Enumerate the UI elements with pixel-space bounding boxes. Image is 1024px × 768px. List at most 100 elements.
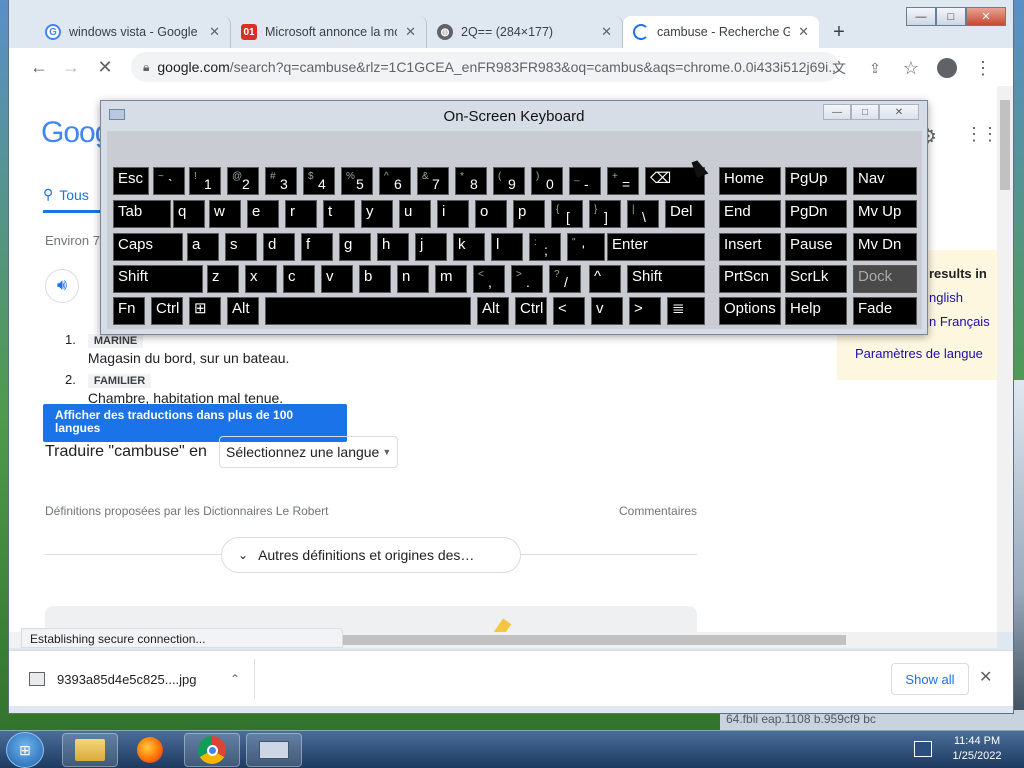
osk-key-sym2-11[interactable]: " ' [567, 233, 605, 261]
osk-key-3[interactable]: #3 [265, 167, 297, 195]
osk-key-b[interactable]: b [359, 265, 391, 293]
tab-close-icon[interactable]: ✕ [209, 24, 220, 40]
osk-key-pgdn[interactable]: PgDn [785, 200, 847, 228]
osk-key-9[interactable]: (9 [493, 167, 525, 195]
osk-key-help[interactable]: Help [785, 297, 847, 325]
more-definitions-button[interactable]: ⌄ Autres définitions et origines des… [221, 537, 521, 573]
clock[interactable]: 11:44 PM 1/25/2022 [942, 734, 1012, 764]
osk-key-shift[interactable]: Shift [627, 265, 705, 293]
stop-loading-button[interactable]: ✕ [89, 51, 121, 83]
download-item[interactable]: 9393a85d4e5c825....jpg ⌃ [29, 659, 255, 699]
osk-key-pause[interactable]: Pause [785, 233, 847, 261]
osk-key-r[interactable]: r [285, 200, 317, 228]
tab-cambuse[interactable]: cambuse - Recherche Go ✕ [623, 16, 819, 48]
url-text[interactable]: google.com/search?q=cambuse&rlz=1C1GCEA_… [157, 59, 839, 75]
vertical-scrollbar[interactable] [997, 86, 1013, 632]
osk-key-f[interactable]: f [301, 233, 333, 261]
osk-key-fade[interactable]: Fade [853, 297, 917, 325]
osk-key-q[interactable]: q [173, 200, 205, 228]
language-select[interactable]: Sélectionnez une langue ▼ [219, 436, 399, 468]
tab-image-2q[interactable]: ◍ 2Q== (284×177) ✕ [427, 16, 623, 48]
lock-icon[interactable]: 🔒︎ [143, 60, 149, 75]
osk-key-e[interactable]: e [247, 200, 279, 228]
back-button[interactable]: ← [23, 51, 55, 83]
osk-key-g[interactable]: g [339, 233, 371, 261]
osk-key-sym4-2[interactable]: ⊞ [189, 297, 221, 325]
osk-key-6[interactable]: ^ 6 [379, 167, 411, 195]
osk-key-d[interactable]: d [263, 233, 295, 261]
osk-key-insert[interactable]: Insert [719, 233, 781, 261]
taskbar-firefox[interactable] [122, 733, 178, 767]
osk-key-sym3-10[interactable]: ? / [549, 265, 581, 293]
comments-link[interactable]: Commentaires [619, 504, 697, 518]
translate-icon[interactable]: 文 [823, 52, 855, 84]
osk-key-t[interactable]: t [323, 200, 355, 228]
profile-avatar-icon[interactable] [931, 52, 963, 84]
tab-windows-vista[interactable]: G windows vista - Google S ✕ [35, 16, 231, 48]
apps-grid-icon[interactable]: ⋮⋮⋮ [965, 124, 997, 145]
osk-key-space[interactable] [265, 297, 471, 325]
osk-key-tab[interactable]: Tab [113, 200, 171, 228]
osk-key-7[interactable]: & 7 [417, 167, 449, 195]
new-tab-button[interactable]: + [825, 18, 853, 46]
osk-key-sym3-9[interactable]: >. [511, 265, 543, 293]
osk-key-scrlk[interactable]: ScrLk [785, 265, 847, 293]
osk-key-prtscn[interactable]: PrtScn [719, 265, 781, 293]
osk-key-w[interactable]: w [209, 200, 241, 228]
osk-key-alt[interactable]: Alt [227, 297, 259, 325]
osk-key-c[interactable]: c [283, 265, 315, 293]
osk-key-8[interactable]: * 8 [455, 167, 487, 195]
osk-key-shift[interactable]: Shift [113, 265, 203, 293]
osk-key-sym4-10[interactable]: ≣ [667, 297, 705, 325]
tab-microsoft-annonce[interactable]: 01 Microsoft annonce la mo ✕ [231, 16, 427, 48]
osk-key-sym0-12[interactable]: _ - [569, 167, 601, 195]
osk-key-ctrl[interactable]: Ctrl [151, 297, 183, 325]
show-all-button[interactable]: Show all [891, 663, 969, 695]
tab-close-icon[interactable]: ✕ [601, 24, 612, 40]
start-button[interactable]: ⊞ [6, 732, 44, 768]
osk-key-del[interactable]: Del [665, 200, 705, 228]
osk-titlebar[interactable]: On-Screen Keyboard — □ ✕ [101, 101, 927, 131]
osk-key-y[interactable]: y [361, 200, 393, 228]
osk-key-sym1-13[interactable]: | \ [627, 200, 659, 228]
forward-button[interactable]: → [55, 51, 87, 83]
osk-key-v[interactable]: v [591, 297, 623, 325]
chevron-up-icon[interactable]: ⌃ [230, 672, 240, 686]
osk-key-o[interactable]: o [475, 200, 507, 228]
network-tray-icon[interactable] [914, 741, 932, 757]
osk-key-s[interactable]: s [225, 233, 257, 261]
osk-key-fn[interactable]: Fn [113, 297, 145, 325]
osk-key-k[interactable]: k [453, 233, 485, 261]
osk-key-i[interactable]: i [437, 200, 469, 228]
osk-key-alt[interactable]: Alt [477, 297, 509, 325]
osk-key-u[interactable]: u [399, 200, 431, 228]
tab-close-icon[interactable]: ✕ [798, 24, 809, 40]
bookmark-star-icon[interactable]: ☆ [895, 52, 927, 84]
osk-key-j[interactable]: j [415, 233, 447, 261]
osk-key-2[interactable]: @2 [227, 167, 259, 195]
osk-key-esc[interactable]: Esc [113, 167, 149, 195]
osk-key-sym4-9[interactable]: > [629, 297, 661, 325]
osk-key-x[interactable]: x [245, 265, 277, 293]
menu-kebab-icon[interactable]: ⋮ [967, 52, 999, 84]
osk-key-mvup[interactable]: Mv Up [853, 200, 917, 228]
link-french[interactable]: n Français [929, 314, 990, 329]
osk-key-sym1-11[interactable]: {[ [551, 200, 583, 228]
osk-key-n[interactable]: n [397, 265, 429, 293]
osk-key-1[interactable]: ! 1 [189, 167, 221, 195]
minimize-button[interactable]: — [906, 7, 936, 26]
osk-key-5[interactable]: % 5 [341, 167, 373, 195]
vertical-scroll-thumb[interactable] [1000, 100, 1010, 190]
osk-key-pgup[interactable]: PgUp [785, 167, 847, 195]
osk-key-sym0-13[interactable]: + = [607, 167, 639, 195]
osk-key-sym1-12[interactable]: }] [589, 200, 621, 228]
osk-key-mvdn[interactable]: Mv Dn [853, 233, 917, 261]
osk-maximize-button[interactable]: □ [851, 104, 879, 120]
osk-key-h[interactable]: h [377, 233, 409, 261]
osk-key-z[interactable]: z [207, 265, 239, 293]
taskbar-chrome[interactable] [184, 733, 240, 767]
close-download-shelf-icon[interactable]: ✕ [979, 667, 992, 687]
osk-key-sym4-7[interactable]: < [553, 297, 585, 325]
tab-all[interactable]: ⚲ Tous [43, 186, 89, 203]
share-icon[interactable]: ⇪ [859, 52, 891, 84]
